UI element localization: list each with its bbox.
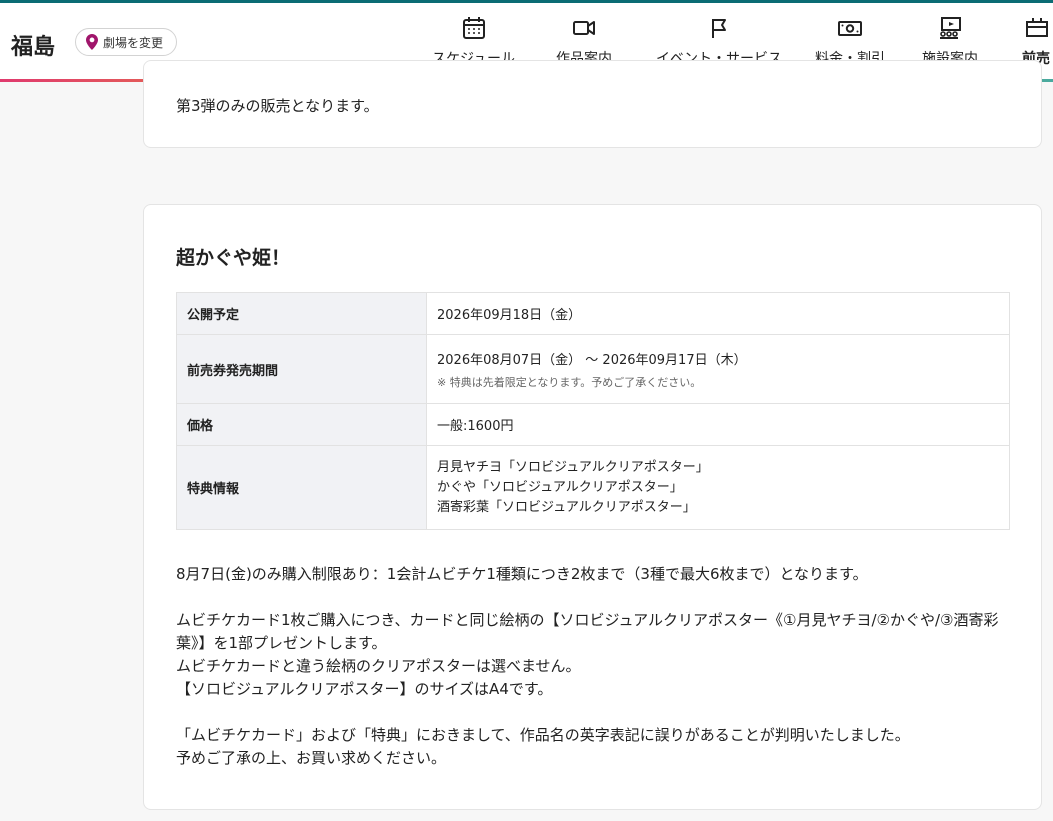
price-label: 価格 <box>176 403 427 446</box>
money-icon <box>838 21 862 36</box>
notice-text: 予めご了承の上、お買い求めください。 <box>176 749 447 767</box>
perk-item: かぐや「ソロビジュアルクリアポスター」 <box>437 479 683 495</box>
table-row: 価格 一般:1600円 <box>176 403 1010 446</box>
change-theater-button[interactable]: 劇場を変更 <box>75 28 177 56</box>
table-row: 前売券発売期間 2026年08月07日（金） 〜 2026年09月17日（木） … <box>176 334 1010 404</box>
calendar-icon <box>462 17 485 39</box>
table-row: 公開予定 2026年09月18日（金） <box>176 292 1010 335</box>
perks-cell: 月見ヤチヨ「ソロビジュアルクリアポスター」 かぐや「ソロビジュアルクリアポスター… <box>426 445 1010 530</box>
notice-text: 「ムビチケカード」および「特典」におきまして、作品名の英字表記に誤りがあることが… <box>176 726 910 744</box>
previous-info-card: 第3弾のみの販売となります。 <box>143 60 1042 148</box>
header-top-accent <box>0 0 1053 3</box>
theater-seats-icon <box>940 17 961 39</box>
location-pin-icon <box>86 34 98 50</box>
bonus-text: 【ソロビジュアルクリアポスター】のサイズはA4です。 <box>176 680 553 698</box>
purchase-notes: 8月7日(金)のみ購入制限あり：1会計ムビチケ1種類につき2枚まで（3種で最大6… <box>176 563 1016 770</box>
bonus-text: ムビチケカードと違う絵柄のクリアポスターは選べません。 <box>176 657 581 675</box>
purchase-limit-text: 8月7日(金)のみ購入制限あり：1会計ムビチケ1種類につき2枚まで（3種で最大6… <box>176 565 868 583</box>
sale-period-note: ※ 特典は先着限定となります。予めご了承ください。 <box>437 375 702 389</box>
ticket-info-table: 公開予定 2026年09月18日（金） 前売券発売期間 2026年08月07日（… <box>176 292 1010 530</box>
ticket-booth-icon <box>1026 18 1048 37</box>
bonus-text: ムビチケカード1枚ご購入につき、カードと同じ絵柄の【ソロビジュアルクリアポスター… <box>176 611 999 652</box>
table-row: 特典情報 月見ヤチヨ「ソロビジュアルクリアポスター」 かぐや「ソロビジュアルクリ… <box>176 445 1010 530</box>
theater-name: 福島 <box>11 35 56 60</box>
video-camera-icon <box>573 21 595 35</box>
previous-card-text: 第3弾のみの販売となります。 <box>176 97 379 115</box>
change-theater-label: 劇場を変更 <box>103 35 164 50</box>
movie-title: 超かぐや姫！ <box>176 247 291 269</box>
price-value: 一般:1600円 <box>426 403 1010 446</box>
flag-icon <box>712 19 726 38</box>
perks-label: 特典情報 <box>176 445 427 530</box>
perk-item: 月見ヤチヨ「ソロビジュアルクリアポスター」 <box>437 459 709 475</box>
sale-period-value: 2026年08月07日（金） 〜 2026年09月17日（木） <box>437 352 747 368</box>
perk-item: 酒寄彩葉「ソロビジュアルクリアポスター」 <box>437 499 696 515</box>
release-date-label: 公開予定 <box>176 292 427 335</box>
release-date-value: 2026年09月18日（金） <box>426 292 1010 335</box>
advance-ticket-card: 超かぐや姫！ 公開予定 2026年09月18日（金） 前売券発売期間 2026年… <box>143 204 1042 810</box>
sale-period-cell: 2026年08月07日（金） 〜 2026年09月17日（木） ※ 特典は先着限… <box>426 334 1010 404</box>
sale-period-label: 前売券発売期間 <box>176 334 427 404</box>
